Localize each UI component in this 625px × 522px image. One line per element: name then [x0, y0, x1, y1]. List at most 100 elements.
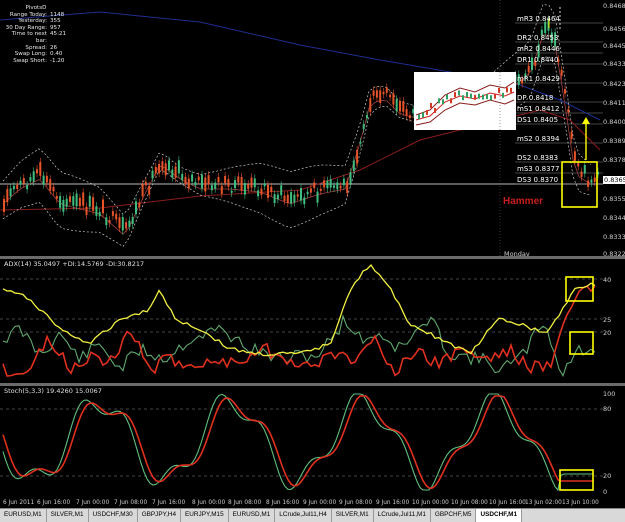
pivot-label-ms1: mS1 0.8412: [517, 105, 560, 113]
candle: [392, 93, 395, 105]
candle: [369, 98, 372, 112]
candle: [49, 179, 52, 191]
stochastic-indicator-pane[interactable]: Stoch(5,3,3) 19.4260 15.0067 100 80 20 0: [0, 386, 625, 498]
inset-candle: [426, 109, 428, 115]
tab-eurusd-m1[interactable]: EURUSD,M1: [0, 509, 47, 522]
candle: [207, 175, 210, 185]
price-axis-label: 0.83780: [603, 156, 625, 164]
candle: [234, 180, 236, 189]
time-axis-label: 7 Jun 08:00: [114, 500, 148, 506]
candle: [105, 217, 108, 226]
candle: [214, 182, 217, 189]
candle: [306, 191, 309, 195]
candle: [187, 178, 190, 189]
candle: [102, 199, 104, 214]
inset-candle: [478, 93, 480, 99]
price-axis-label: 0.83445: [603, 214, 625, 222]
pivot-label-ds3: DS3 0.8370: [517, 176, 559, 184]
chart-tab-bar: EURUSD,M1 SILVER,M1 USDCHF,M30 GBPJPY,H4…: [0, 508, 625, 522]
stochastic-chart: [0, 393, 603, 492]
inset-candle: [466, 91, 468, 97]
inset-candle: [458, 90, 460, 96]
time-axis-label: 7 Jun 16:00: [152, 500, 186, 506]
candle: [237, 176, 240, 183]
candle: [181, 173, 184, 181]
inset-candle: [506, 87, 508, 93]
candle: [92, 197, 95, 211]
price-axis-label: 0.83895: [603, 137, 625, 145]
pivot-label-ms3: mS3 0.8377: [517, 165, 560, 173]
stoch-signal-line: [2, 395, 594, 489]
tab-usdchf-m30[interactable]: USDCHF,M30: [89, 509, 138, 522]
inset-candle: [482, 94, 484, 100]
minus-di-line: [2, 285, 596, 377]
inset-candle: [454, 92, 456, 98]
inset-candle: [486, 94, 488, 100]
candle: [567, 109, 570, 113]
candle: [286, 194, 289, 203]
inset-candle: [422, 112, 424, 118]
candle: [247, 184, 250, 189]
price-axis-label: 0.83335: [603, 233, 625, 241]
candle: [42, 175, 45, 185]
pivot-label-mr3: mR3 0.8464: [517, 15, 560, 23]
stoch-axis-label: 0: [603, 488, 608, 496]
candle: [210, 185, 213, 191]
candle: [283, 195, 286, 201]
tab-silver-m1[interactable]: SILVER,M1: [47, 509, 89, 522]
price-axis-label: 0.84565: [603, 25, 625, 33]
candle: [253, 178, 256, 188]
candle: [399, 101, 401, 112]
adx-chart: [0, 264, 603, 378]
candle: [296, 194, 299, 197]
tab-silver-m1-2[interactable]: SILVER,M1: [332, 509, 374, 522]
candle: [333, 185, 335, 188]
candle: [527, 65, 530, 72]
candle: [570, 131, 573, 139]
time-axis-label: 13 Jun 10:00: [562, 500, 599, 506]
candle: [16, 184, 19, 189]
tab-gbpjpy-h4[interactable]: GBPJPY,H4: [138, 509, 182, 522]
candle: [342, 178, 345, 186]
candle: [95, 206, 98, 216]
candle: [240, 176, 243, 191]
info-row: Swap Short: -1.20: [13, 57, 65, 64]
candle: [263, 183, 266, 187]
tab-lcrude-m1[interactable]: LCrude,Jul11,M1: [374, 509, 431, 522]
candle: [362, 124, 365, 130]
tab-eurjpy-m15[interactable]: EURJPY,M15: [181, 509, 229, 522]
candle: [128, 220, 131, 227]
price-chart-pane[interactable]: PivotsD Range Today: 1148 Yesterday: 355 3…: [0, 0, 625, 258]
candle: [88, 195, 91, 207]
tab-usdchf-m1[interactable]: USDCHF,M1: [476, 509, 523, 522]
candle: [45, 175, 48, 183]
price-axis-label: 0.84680: [603, 2, 625, 10]
candle: [171, 169, 174, 178]
stoch-axis-label: 80: [603, 405, 612, 413]
pivot-label-dp: DP 0.8418: [517, 94, 554, 102]
time-axis-label: 7 Jun 00:00: [76, 500, 110, 506]
tab-lcrude-h4[interactable]: LCrude,Jul11,H4: [275, 509, 332, 522]
candle: [230, 190, 233, 193]
adx-title: ADX(14) 35.0497 +DI:14.5769 -DI:30.8217: [4, 260, 145, 268]
info-row: Time to next bar: 45:21: [11, 31, 67, 44]
candle: [82, 192, 85, 206]
candle: [359, 141, 362, 144]
inset-candle: [490, 95, 492, 101]
candle: [309, 188, 312, 193]
candle: [323, 180, 326, 188]
candle: [138, 202, 141, 208]
adx-indicator-pane[interactable]: ADX(14) 35.0497 +DI:14.5769 -DI:30.8217 …: [0, 259, 625, 383]
time-axis-label: 9 Jun 16:00: [376, 500, 410, 506]
candle: [69, 196, 71, 202]
candle: [98, 212, 101, 217]
candle: [161, 161, 164, 171]
candle: [59, 196, 62, 208]
tab-gbpchf-m5[interactable]: GBPCHF,M5: [431, 509, 477, 522]
candle: [382, 91, 385, 95]
candle: [220, 185, 223, 194]
candle: [227, 179, 230, 187]
candle: [121, 217, 124, 231]
candle: [352, 160, 355, 171]
tab-eurusd-m1-2[interactable]: EURUSD,M1: [229, 509, 276, 522]
